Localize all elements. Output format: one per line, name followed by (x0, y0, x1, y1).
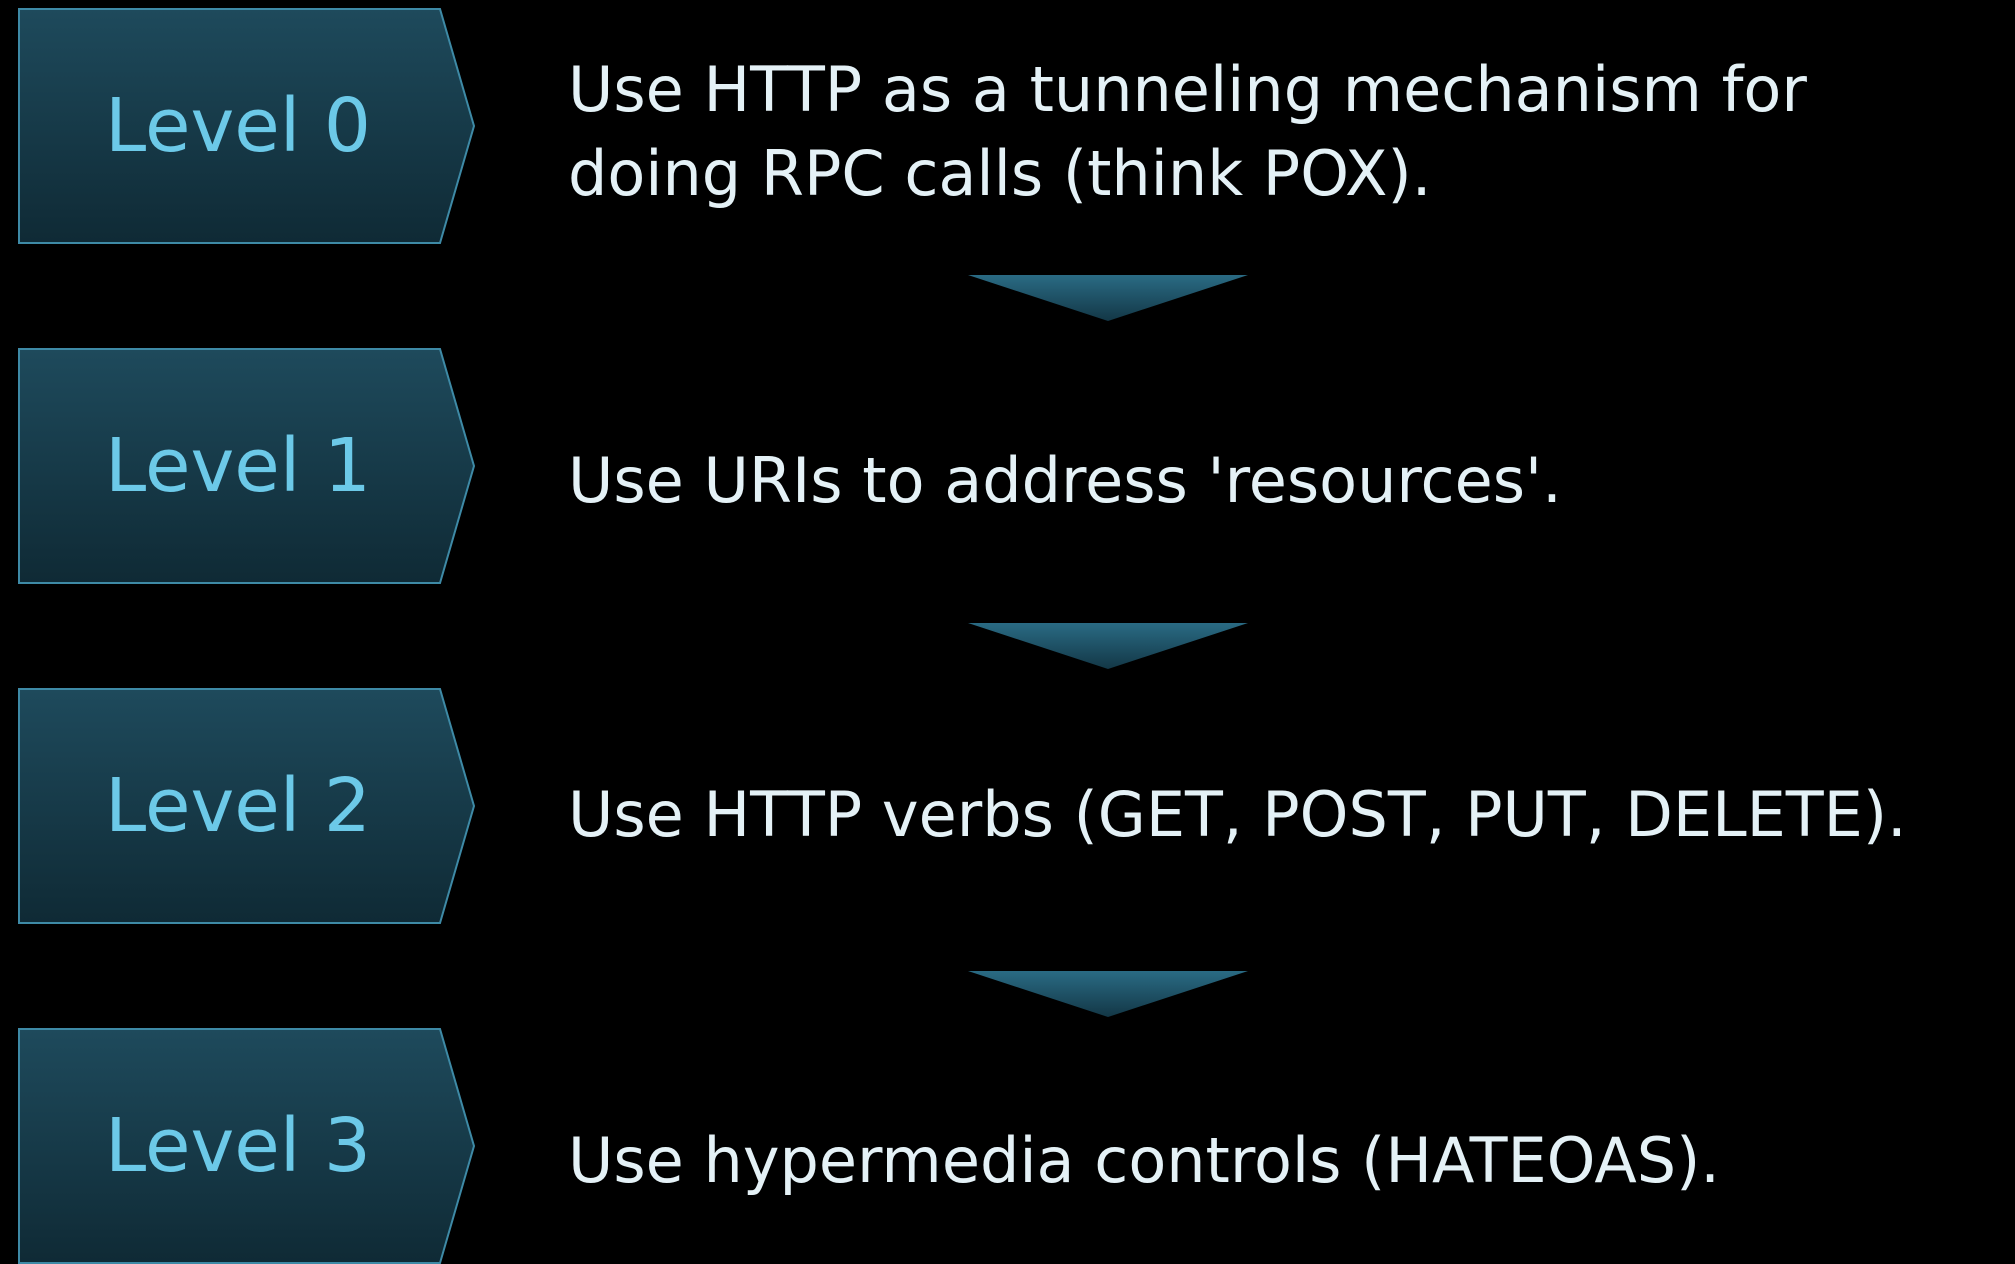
level-description-3: Use hypermedia controls (HATEOAS). (568, 1028, 2008, 1264)
level-label-3: Level 3 (105, 1103, 371, 1189)
level-label-0: Level 0 (105, 83, 371, 169)
level-description-1: Use URIs to address 'resources'. (568, 348, 2008, 584)
level-description-text-3: Use hypermedia controls (HATEOAS). (568, 1124, 1720, 1197)
level-row-0: Level 0 Use HTTP as a tunneling mechanis… (0, 8, 2015, 244)
level-description-text-2: Use HTTP verbs (GET, POST, PUT, DELETE). (568, 778, 1907, 851)
level-row-3: Level 3 Use hypermedia controls (HATEOAS… (0, 1028, 2015, 1264)
level-row-1: Level 1 Use URIs to address 'resources'. (0, 348, 2015, 584)
level-box-2: Level 2 (18, 688, 476, 924)
level-box-0: Level 0 (18, 8, 476, 244)
level-label-2: Level 2 (105, 763, 371, 849)
level-box-3: Level 3 (18, 1028, 476, 1264)
down-arrow-icon (968, 621, 1248, 671)
level-description-0: Use HTTP as a tunneling mechanism for do… (568, 8, 2008, 244)
maturity-model-diagram: Level 0 Use HTTP as a tunneling mechanis… (0, 0, 2015, 1264)
level-description-2: Use HTTP verbs (GET, POST, PUT, DELETE). (568, 688, 2008, 924)
level-description-text-0: Use HTTP as a tunneling mechanism for do… (568, 53, 1807, 210)
level-row-2: Level 2 Use HTTP verbs (GET, POST, PUT, … (0, 688, 2015, 924)
down-arrow-icon (968, 273, 1248, 323)
level-label-1: Level 1 (105, 423, 371, 509)
down-arrow-icon (968, 969, 1248, 1019)
level-box-1: Level 1 (18, 348, 476, 584)
level-description-text-1: Use URIs to address 'resources'. (568, 444, 1562, 517)
